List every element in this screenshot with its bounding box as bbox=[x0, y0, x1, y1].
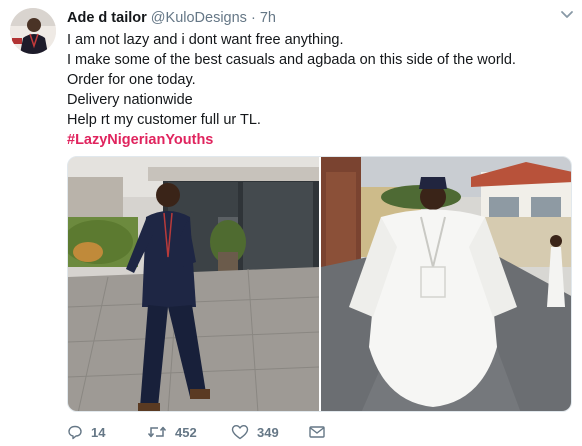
reply-icon bbox=[68, 425, 82, 440]
tweet-header: Ade d tailor @KuloDesigns · 7h bbox=[67, 9, 276, 27]
tweet-text: I am not lazy and i dont want free anyth… bbox=[67, 30, 572, 150]
retweet-icon bbox=[147, 426, 167, 438]
chevron-down-icon[interactable] bbox=[560, 10, 574, 20]
photo-casual-outfit[interactable] bbox=[68, 157, 319, 412]
author-name[interactable]: Ade d tailor bbox=[67, 10, 147, 26]
tweet-line: I make some of the best casuals and agba… bbox=[67, 52, 516, 68]
tweet-line: Order for one today. bbox=[67, 72, 196, 88]
photo-agbada-outfit[interactable] bbox=[321, 157, 572, 412]
reply-count: 14 bbox=[91, 424, 106, 440]
hashtag-link[interactable]: #LazyNigerianYouths bbox=[67, 130, 572, 150]
author-handle[interactable]: @KuloDesigns bbox=[151, 10, 247, 26]
tweet-line: Delivery nationwide bbox=[67, 92, 193, 108]
avatar[interactable] bbox=[10, 8, 56, 54]
tweet-line: I am not lazy and i dont want free anyth… bbox=[67, 32, 344, 48]
retweet-count: 452 bbox=[175, 424, 197, 440]
direct-message-button[interactable] bbox=[308, 424, 326, 440]
tweet-line: Help rt my customer full ur TL. bbox=[67, 112, 261, 128]
retweet-button[interactable]: 452 bbox=[147, 424, 197, 440]
meta-separator: · bbox=[250, 10, 256, 26]
media-gallery bbox=[67, 156, 572, 412]
tweet: Ade d tailor @KuloDesigns · 7h I am not … bbox=[0, 0, 582, 446]
like-button[interactable]: 349 bbox=[231, 424, 279, 440]
reply-button[interactable]: 14 bbox=[67, 424, 105, 440]
envelope-icon bbox=[309, 426, 325, 438]
tweet-time[interactable]: 7h bbox=[260, 10, 276, 26]
heart-icon bbox=[231, 425, 249, 440]
like-count: 349 bbox=[257, 424, 279, 440]
